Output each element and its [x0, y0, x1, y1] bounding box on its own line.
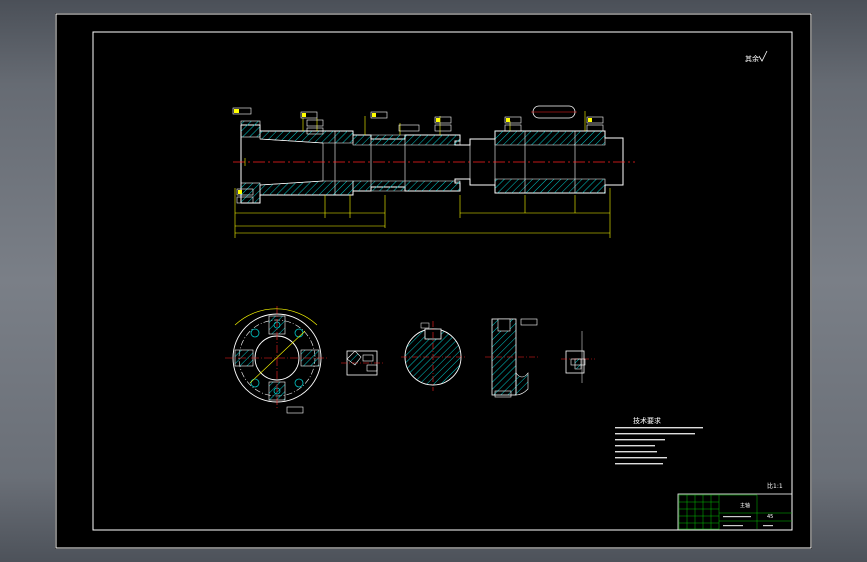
cad-viewport[interactable]: 其余 技术要求 比1:1 主轴 45	[55, 13, 812, 549]
flange-end-view	[225, 306, 329, 414]
hatch-region	[352, 180, 461, 192]
tech-requirements: 技术要求	[615, 416, 703, 465]
section-view-d	[561, 331, 595, 383]
main-view-dimensions	[234, 111, 611, 238]
hatch-region	[352, 134, 461, 146]
hatch-region	[494, 130, 606, 146]
hatch-region	[259, 180, 354, 196]
scale-note: 比1:1	[767, 482, 783, 490]
shaft-main-view	[233, 105, 635, 204]
hatch-region	[494, 178, 606, 194]
corner-roughness-note: 其余	[745, 50, 768, 63]
section-view-c	[485, 318, 540, 398]
cad-drawing-canvas: 其余 技术要求 比1:1 主轴 45	[55, 13, 812, 549]
tech-requirements-lines	[615, 427, 703, 465]
inner-frame	[92, 31, 793, 531]
corner-note-text: 其余	[745, 54, 759, 63]
part-name: 主轴	[740, 502, 750, 509]
material: 45	[767, 514, 773, 520]
section-view-b	[401, 321, 467, 391]
roughness-symbol-icon	[758, 50, 768, 62]
outer-border	[55, 13, 812, 549]
hatch-region	[259, 130, 354, 144]
title-block: 主轴 45	[677, 493, 793, 531]
tech-requirements-heading: 技术要求	[633, 416, 661, 425]
section-view-a	[341, 350, 385, 376]
